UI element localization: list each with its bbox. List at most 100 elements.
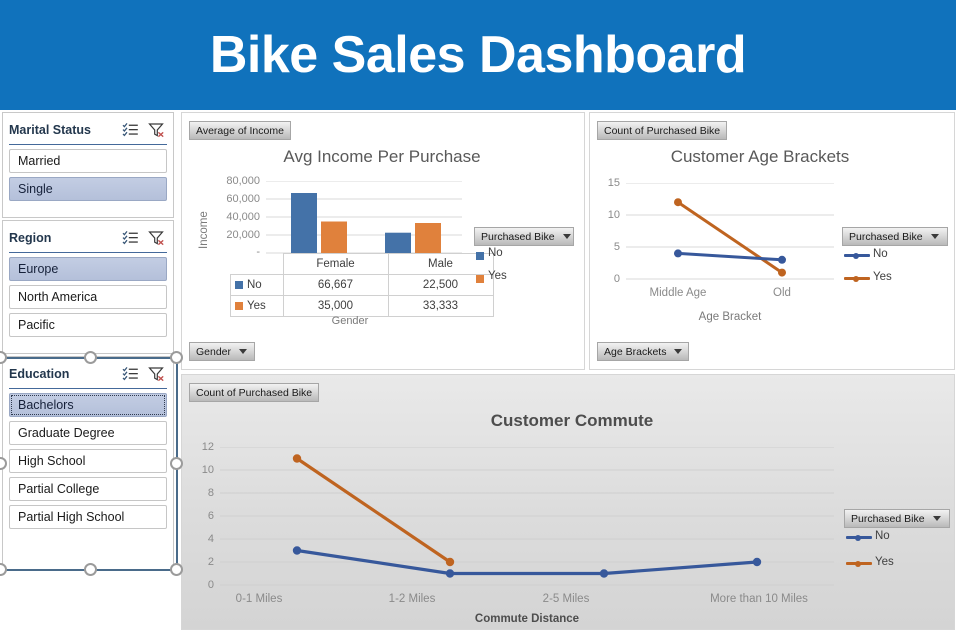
y-axis-title: Income — [198, 211, 210, 249]
slicer-header: Marital Status — [9, 116, 167, 145]
series-swatch-no — [235, 281, 243, 289]
multi-select-icon[interactable] — [122, 122, 139, 138]
clear-filter-icon[interactable] — [148, 122, 165, 138]
data-table-cell-no-female: 66,667 — [282, 274, 389, 296]
slicer-title: Marital Status — [9, 123, 91, 137]
slicer-header: Education — [9, 360, 167, 389]
slicer-item-list: Married Single — [3, 145, 173, 206]
y-tick-3: 0 — [613, 273, 620, 285]
chart-panel-avg-income[interactable]: Average of Income Avg Income Per Purchas… — [181, 112, 585, 370]
chevron-down-icon — [239, 349, 248, 354]
x-tick-1-2-miles: 1-2 Miles — [388, 593, 436, 605]
y-tick-4: 4 — [207, 533, 214, 545]
resize-handle-bottom-center[interactable] — [84, 563, 97, 576]
legend-label-yes: Yes — [488, 270, 507, 282]
slicer-item-bachelors[interactable]: Bachelors — [9, 393, 167, 417]
data-table-row-header-yes: Yes — [230, 295, 284, 317]
resize-handle-top-right[interactable] — [170, 351, 183, 364]
slicer-title: Education — [9, 367, 70, 381]
x-tick-middle-age: Middle Age — [649, 287, 707, 299]
x-tick-2-5-miles: 2-5 Miles — [542, 593, 590, 605]
slicer-item-pacific[interactable]: Pacific — [9, 313, 167, 337]
slicer-item-partial-college[interactable]: Partial College — [9, 477, 167, 501]
slicer-item-list: Europe North America Pacific — [3, 253, 173, 342]
line-chart-plot-commute — [220, 447, 834, 586]
slicer-item-europe[interactable]: Europe — [9, 257, 167, 281]
slicer-marital-status[interactable]: Marital Status Married Single — [2, 112, 174, 218]
y-tick-1: 10 — [201, 464, 214, 476]
clear-filter-icon[interactable] — [148, 366, 165, 382]
chart-panel-age-brackets[interactable]: Count of Purchased Bike Customer Age Bra… — [589, 112, 955, 370]
bar-chart-plot — [266, 181, 462, 254]
legend-label-no: No — [873, 248, 888, 260]
data-table-cell-yes-female: 35,000 — [282, 295, 389, 317]
slicer-region[interactable]: Region Europe North America Pacific — [2, 220, 174, 354]
pivot-field-button-purchased-bike-legend[interactable]: Purchased Bike — [844, 509, 950, 528]
y-tick-0: 80,000 — [226, 175, 260, 187]
table-row: Yes 35,000 33,333 — [230, 295, 494, 317]
legend-marker-yes — [853, 275, 859, 282]
pivot-field-button-count-of-purchased-bike[interactable]: Count of Purchased Bike — [189, 383, 320, 402]
chart-title: Customer Age Brackets — [670, 147, 850, 166]
data-table-cell-yes-male: 33,333 — [387, 295, 494, 317]
pivot-field-button-purchased-bike-legend[interactable]: Purchased Bike — [842, 227, 948, 246]
legend-label-yes: Yes — [873, 271, 892, 283]
dashboard-banner: Bike Sales Dashboard — [0, 0, 956, 110]
slicer-item-north-america[interactable]: North America — [9, 285, 167, 309]
legend-marker-no — [855, 534, 861, 541]
multi-select-icon[interactable] — [122, 230, 139, 246]
resize-handle-top-center[interactable] — [84, 351, 97, 364]
legend-marker-no — [853, 252, 859, 259]
slicer-panel: Marital Status Married Single Region Eur… — [0, 110, 183, 630]
legend-label-no: No — [488, 247, 503, 259]
slicer-education[interactable]: Education Bachelors Graduate Degree High… — [2, 356, 174, 571]
x-tick-0-1-miles: 0-1 Miles — [235, 593, 283, 605]
chart-data-table: Female Male No 66,667 22,500 Yes 35,000 … — [230, 253, 494, 317]
x-tick-more-than-10-miles: More than 10 Miles — [710, 593, 808, 605]
chevron-down-icon — [562, 234, 571, 239]
slicer-item-single[interactable]: Single — [9, 177, 167, 201]
slicer-title: Region — [9, 231, 52, 245]
pivot-field-button-age-brackets[interactable]: Age Brackets — [597, 342, 689, 361]
chevron-down-icon — [674, 349, 683, 354]
slicer-header: Region — [9, 224, 167, 253]
series-swatch-yes — [235, 302, 243, 310]
chart-title: Customer Commute — [490, 411, 654, 430]
y-tick-0: 12 — [201, 441, 214, 453]
slicer-item-list: Bachelors Graduate Degree High School Pa… — [3, 389, 173, 534]
legend-label-no: No — [875, 530, 890, 542]
slicer-item-partial-high-school[interactable]: Partial High School — [9, 505, 167, 529]
x-tick-old: Old — [773, 287, 791, 299]
y-tick-5: 2 — [207, 556, 214, 568]
chart-title: Avg Income Per Purchase — [283, 147, 481, 166]
y-tick-1: 60,000 — [226, 193, 260, 205]
y-tick-6: 0 — [207, 579, 214, 591]
slicer-item-graduate-degree[interactable]: Graduate Degree — [9, 421, 167, 445]
pivot-field-button-purchased-bike-legend[interactable]: Purchased Bike — [474, 227, 574, 246]
slicer-item-high-school[interactable]: High School — [9, 449, 167, 473]
pivot-field-button-count-of-purchased-bike[interactable]: Count of Purchased Bike — [597, 121, 728, 140]
y-tick-2: 8 — [207, 487, 214, 499]
pivot-field-button-average-of-income[interactable]: Average of Income — [189, 121, 291, 140]
data-table-row-header-no: No — [230, 274, 284, 296]
legend-label-yes: Yes — [875, 556, 894, 568]
resize-handle-bottom-right[interactable] — [170, 563, 183, 576]
chart-panel-customer-commute[interactable]: Count of Purchased Bike Customer Commute… — [181, 374, 955, 630]
page-title: Bike Sales Dashboard — [209, 26, 747, 84]
pivot-field-button-gender[interactable]: Gender — [189, 342, 255, 361]
multi-select-icon[interactable] — [122, 366, 139, 382]
y-tick-0: 15 — [607, 177, 620, 189]
data-table-corner — [230, 253, 284, 275]
slicer-item-married[interactable]: Married — [9, 149, 167, 173]
data-table-col-header-female: Female — [282, 253, 389, 275]
legend-marker-yes — [855, 560, 861, 567]
y-tick-3: 20,000 — [226, 229, 260, 241]
chevron-down-icon — [930, 234, 939, 239]
clear-filter-icon[interactable] — [148, 230, 165, 246]
y-tick-2: 40,000 — [226, 211, 260, 223]
line-chart-plot-age — [626, 183, 834, 280]
resize-handle-middle-right[interactable] — [170, 457, 183, 470]
table-row: No 66,667 22,500 — [230, 274, 494, 296]
y-tick-3: 6 — [207, 510, 214, 522]
x-axis-title: Commute Distance — [474, 613, 580, 625]
